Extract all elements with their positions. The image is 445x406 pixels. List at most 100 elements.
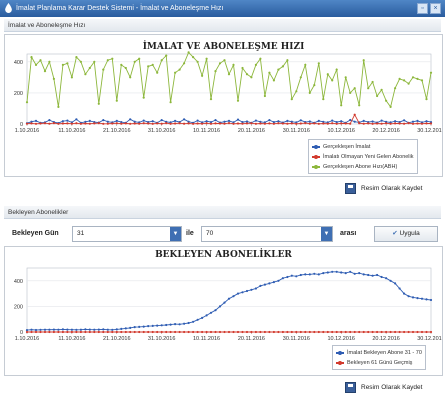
data-point [25, 330, 29, 334]
data-point [331, 79, 334, 82]
data-point [214, 70, 217, 73]
data-point [192, 122, 195, 125]
window-buttons: ▫ × [415, 3, 441, 14]
data-point [84, 122, 87, 125]
data-point [353, 330, 356, 334]
data-point [124, 327, 127, 330]
legend-item[interactable]: İmalatı Olmayan Yeni Gelen Abonelik [312, 152, 414, 162]
apply-button[interactable]: ✔ Uygula [374, 226, 438, 242]
data-point [84, 73, 87, 76]
legend-item[interactable]: Gerçekleşen Abone Hızı(ABH) [312, 162, 414, 172]
data-point [429, 298, 433, 302]
data-point [43, 328, 47, 331]
data-point [304, 63, 307, 66]
data-point [223, 122, 226, 125]
data-point [142, 122, 145, 125]
data-point [290, 330, 293, 334]
data-point [362, 119, 365, 122]
data-point [254, 287, 257, 290]
to-day-select[interactable]: 70 ▼ [201, 226, 333, 242]
data-point [120, 330, 123, 334]
data-point [25, 122, 29, 125]
data-point [429, 71, 433, 74]
x-tick-label: 10.11.2016 [193, 128, 220, 134]
restore-icon[interactable]: ▫ [417, 3, 428, 14]
panel1-save-button[interactable]: Resim Olarak Kaydet [345, 183, 422, 194]
legend-item[interactable]: Bekleyen 61 Günü Geçmiş [336, 358, 422, 368]
data-point [380, 88, 383, 91]
data-point [290, 274, 293, 277]
data-point [61, 328, 64, 331]
data-point [344, 76, 347, 79]
data-point [201, 122, 204, 125]
x-tick-label: 30.11.2016 [283, 128, 310, 134]
data-point [403, 330, 406, 334]
data-point [223, 301, 226, 304]
data-point [66, 330, 69, 334]
data-point [389, 105, 392, 108]
data-point [394, 122, 397, 125]
data-point [52, 77, 56, 80]
y-tick-label: 200 [14, 91, 23, 97]
data-point [407, 82, 410, 85]
data-point [70, 76, 73, 79]
data-point [88, 328, 91, 331]
data-point [151, 324, 154, 327]
data-point [70, 328, 73, 331]
data-point [394, 87, 397, 90]
data-point [79, 60, 82, 63]
data-point [236, 118, 240, 121]
data-point [362, 273, 365, 276]
x-tick-label: 11.10.2016 [58, 336, 85, 342]
data-point [322, 98, 325, 101]
apply-label: Uygula [399, 230, 420, 237]
legend-item[interactable]: Gerçekleşen İmalat [312, 142, 414, 152]
legend-item[interactable]: İmalat Bekleyen Abone 31 - 70 [336, 348, 422, 358]
data-point [165, 330, 168, 334]
data-point [209, 311, 213, 314]
data-point [376, 273, 379, 277]
chevron-down-icon[interactable]: ▼ [321, 227, 332, 241]
data-point [268, 71, 271, 74]
data-point [111, 330, 114, 334]
data-point [102, 328, 105, 331]
data-point [93, 122, 96, 125]
data-point [102, 330, 105, 334]
data-point [376, 330, 379, 334]
x-tick-label: 30.12.2016 [417, 336, 442, 342]
data-point [376, 122, 379, 125]
data-point [313, 122, 316, 125]
data-point [313, 272, 316, 275]
data-point [353, 113, 356, 116]
data-point [160, 324, 163, 327]
chevron-down-icon[interactable]: ▼ [170, 227, 181, 241]
data-point [187, 330, 190, 334]
data-point [335, 122, 338, 125]
data-point [75, 56, 78, 59]
filter-bar: Bekleyen Gün 31 ▼ ile 70 ▼ arası ✔ Uygul… [4, 222, 441, 244]
data-point [295, 90, 298, 93]
data-point [380, 330, 383, 334]
data-point [30, 122, 33, 125]
from-day-select[interactable]: 31 ▼ [72, 226, 182, 242]
data-point [254, 119, 257, 122]
chart2-legend: İmalat Bekleyen Abone 31 - 70 Bekleyen 61… [332, 345, 426, 370]
data-point [340, 122, 343, 125]
data-point [308, 273, 311, 276]
data-point [57, 122, 60, 125]
data-point [349, 91, 352, 94]
data-point [250, 122, 253, 125]
data-point [142, 119, 145, 122]
data-point [407, 295, 410, 298]
data-point [102, 122, 105, 125]
close-icon[interactable]: × [430, 3, 441, 14]
data-point [429, 122, 433, 125]
data-point [286, 275, 289, 279]
data-point [111, 57, 114, 60]
panel2-save-button[interactable]: Resim Olarak Kaydet [345, 382, 422, 393]
data-point [349, 122, 352, 125]
data-point [39, 59, 42, 62]
data-point [120, 122, 123, 125]
data-point [250, 76, 253, 79]
y-tick-label: 400 [14, 279, 23, 285]
